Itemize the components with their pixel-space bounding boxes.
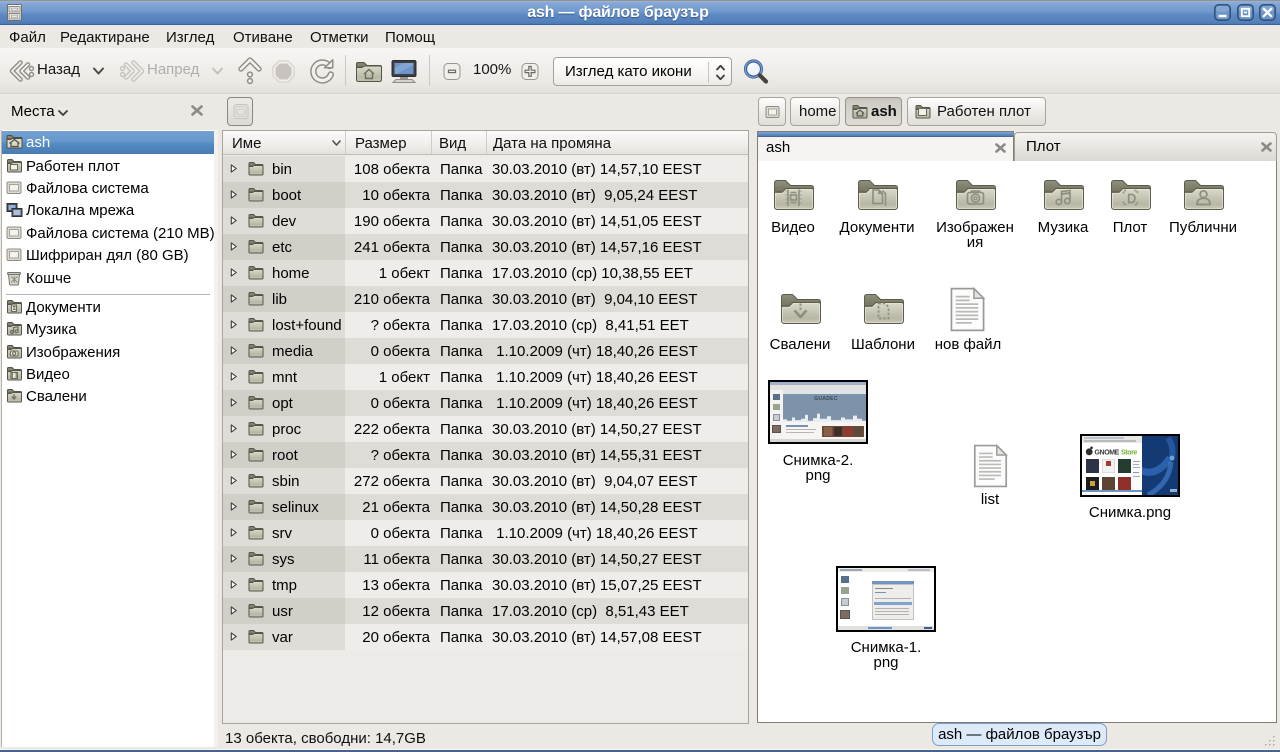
svg-text:Store: Store [1121, 449, 1137, 456]
svg-text:GNOME: GNOME [1095, 449, 1120, 456]
